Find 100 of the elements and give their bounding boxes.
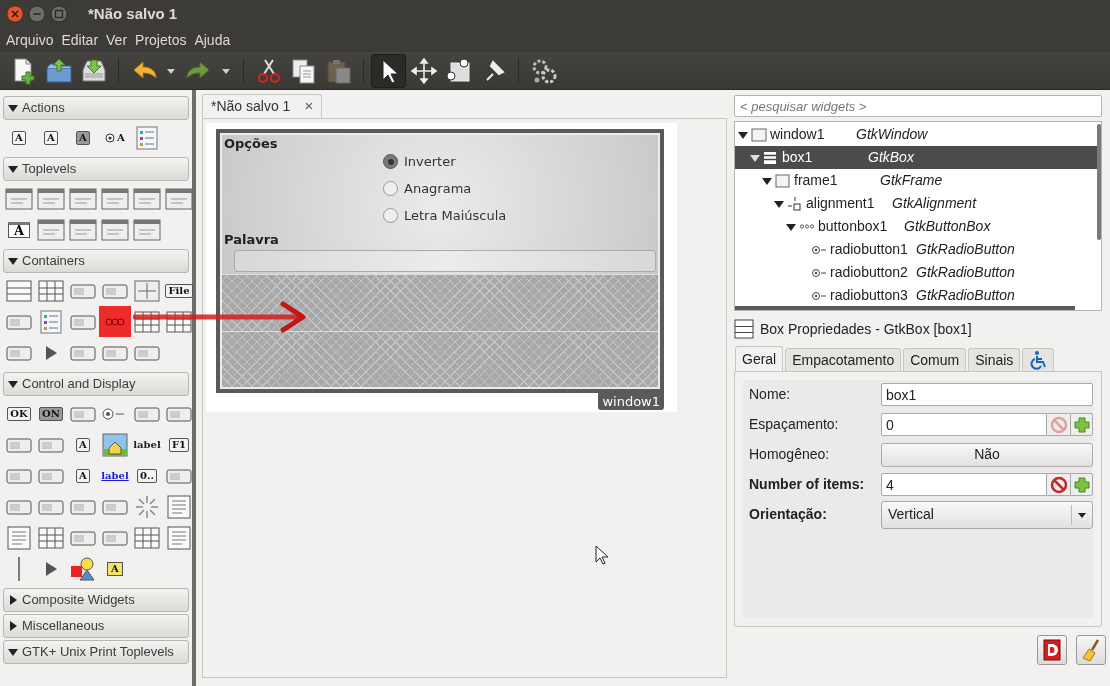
widget-type: GtkRadioButton (916, 240, 1015, 259)
palette-widget-button[interactable]: ON (35, 398, 67, 429)
palette-widget-button[interactable]: 0.. (131, 460, 163, 491)
palette-widget-button[interactable]: A (3, 122, 35, 153)
palette-widget-button[interactable]: label (131, 429, 163, 460)
no-entry-icon (1049, 475, 1068, 494)
property-label: Homogêneo: (749, 445, 831, 464)
expanded-triangle-icon (8, 256, 18, 266)
palette-widget-button[interactable]: A (67, 429, 99, 460)
mouse-pointer-icon (595, 545, 609, 565)
circles-icon (799, 224, 815, 229)
palette-section-header[interactable]: Containers (3, 249, 189, 273)
properties-tab[interactable]: Comum (903, 348, 967, 371)
widget-name: box1 (782, 148, 814, 167)
palette-widget-button[interactable]: A (67, 122, 99, 153)
palette-widget-button[interactable]: A (3, 214, 35, 245)
widget-type: GtkBox (868, 148, 914, 167)
window-title: *Não salvo 1 (88, 3, 178, 24)
properties-tab[interactable]: Geral (735, 346, 784, 371)
dropdown[interactable]: Vertical (881, 500, 1093, 529)
close-tab-button[interactable]: × (304, 95, 314, 118)
widget-name: radiobutton3 (830, 286, 909, 305)
expanded-triangle-icon (8, 103, 18, 113)
tree-row[interactable]: buttonbox1 GtkButtonBox (735, 215, 1101, 238)
radio-label: Anagrama (404, 179, 472, 198)
tree-row[interactable]: alignment1 GtkAlignment (735, 192, 1101, 215)
pointer-button[interactable] (371, 53, 406, 88)
palette-widget-button[interactable]: F1 (163, 429, 195, 460)
add-button[interactable] (1070, 413, 1093, 436)
clear-button[interactable] (1047, 473, 1070, 496)
widget-name: radiobutton1 (830, 240, 909, 259)
add-button[interactable] (1070, 473, 1093, 496)
input-field[interactable]: 0 (881, 413, 1047, 436)
entry-label: Palavra (224, 231, 280, 249)
properties-tab[interactable]: Empacotamento (785, 348, 902, 371)
input-field[interactable]: 4 (881, 473, 1047, 496)
scrollbar-thumb[interactable] (1097, 124, 1101, 240)
clear-button[interactable] (1047, 413, 1070, 436)
separator-icon (18, 556, 20, 581)
menu-item[interactable]: Arquivo (2, 29, 58, 51)
move-icon (408, 55, 439, 86)
widget-name: alignment1 (806, 194, 876, 213)
tree-row[interactable]: radiobutton1 GtkRadioButton (735, 238, 1101, 261)
frame-widget-icon (775, 172, 791, 189)
properties-tab[interactable]: Sinais (968, 348, 1021, 371)
palette-widget-button[interactable]: A (67, 460, 99, 491)
tree-row[interactable]: radiobutton2 GtkRadioButton (735, 261, 1101, 284)
accessibility-tab[interactable] (1022, 348, 1055, 371)
widget-name: frame1 (794, 171, 839, 190)
search-field[interactable]: < pesquisar widgets > (734, 95, 1102, 117)
tree-row[interactable]: frame1 GtkFrame (735, 169, 1101, 192)
docs-button[interactable] (1037, 635, 1067, 665)
palette-section-header[interactable]: Actions (3, 96, 189, 120)
radio-button[interactable] (383, 208, 398, 223)
palette-section-header[interactable]: GTK+ Unix Print Toplevels (3, 640, 189, 664)
expanded-triangle-icon (8, 379, 18, 389)
text-lines-icon (4, 524, 34, 551)
box-widget-icon (763, 149, 779, 166)
widget-type: GtkAlignment (892, 194, 977, 213)
properties-title: Box Propriedades - GtkBox [box1] (760, 319, 972, 339)
palette-widget-button[interactable]: A (35, 122, 67, 153)
shapes-icon (68, 555, 98, 582)
minimize-icon (28, 5, 46, 23)
grid-icon (36, 524, 66, 551)
menu-item[interactable]: Ver (102, 29, 132, 51)
tree-row[interactable]: radiobutton3 GtkRadioButton (735, 284, 1101, 307)
palette-widget-button[interactable]: A (99, 122, 131, 153)
radio-label: Letra Maiúscula (404, 206, 507, 225)
palette-widget-button[interactable]: A (99, 553, 131, 584)
menu-item[interactable]: Projetos (131, 29, 191, 51)
window-widget-icon (751, 126, 767, 143)
widget-name-tag: window1 (598, 393, 664, 410)
scrollbar-thumb[interactable] (735, 306, 1075, 310)
window-icon (132, 216, 162, 243)
toggle-button[interactable]: Não (881, 442, 1093, 467)
input-field[interactable]: box1 (881, 383, 1093, 406)
palette-section-header[interactable]: Miscellaneous (3, 614, 189, 638)
text-lines-icon (164, 493, 194, 520)
collapsed-triangle-icon (8, 621, 18, 631)
broom-icon (1080, 638, 1102, 662)
menu-item[interactable]: Ajuda (190, 29, 235, 51)
document-tab[interactable]: *Não salvo 1 × (202, 94, 323, 118)
palette-widget-button[interactable]: File (163, 275, 195, 306)
no-entry-icon (1049, 415, 1068, 434)
tree-row[interactable]: window1 GtkWindow (735, 123, 1101, 146)
radio-button[interactable] (383, 181, 398, 196)
palette-widget-button[interactable]: label (99, 460, 131, 491)
widget-name: window1 (770, 125, 826, 144)
menu-item[interactable]: Editar (57, 29, 103, 51)
clear-button[interactable] (1076, 635, 1106, 665)
palette-section-header[interactable]: Composite Widgets (3, 588, 189, 612)
radio-button[interactable] (383, 154, 398, 169)
palette-widget-button[interactable]: OK (3, 398, 35, 429)
window-icon (36, 185, 66, 212)
widget-type: GtkRadioButton (916, 263, 1015, 282)
palette-section-header[interactable]: Toplevels (3, 157, 189, 181)
window-icon (68, 185, 98, 212)
window-icon (4, 185, 34, 212)
palette-section-header[interactable]: Control and Display (3, 372, 189, 396)
house-picture-icon (100, 431, 130, 458)
